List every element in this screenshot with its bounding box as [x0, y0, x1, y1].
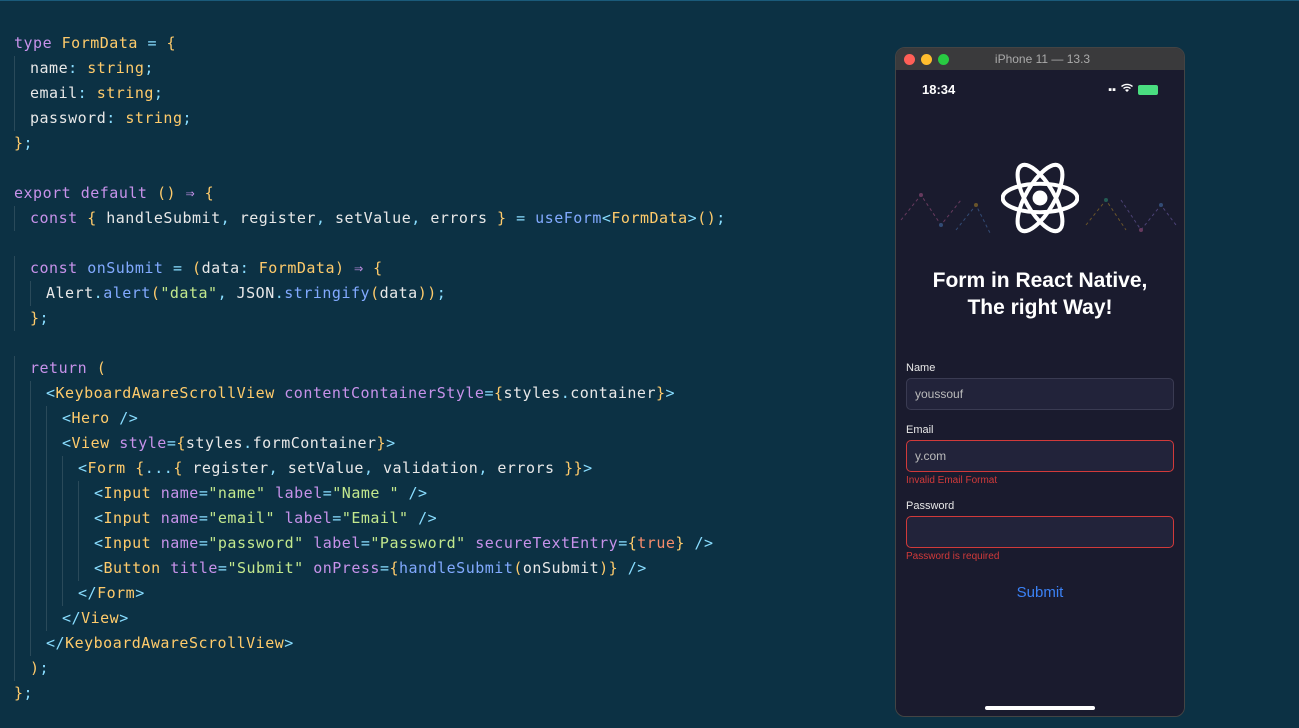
code-line[interactable]: name: string; — [14, 56, 834, 81]
code-line[interactable] — [14, 156, 834, 181]
code-line[interactable] — [14, 231, 834, 256]
code-line[interactable]: <Form {...{ register, setValue, validati… — [14, 456, 834, 481]
email-error: Invalid Email Format — [906, 475, 1174, 486]
code-line[interactable] — [14, 331, 834, 356]
code-line[interactable]: <Input name="name" label="Name " /> — [14, 481, 834, 506]
code-line[interactable]: <Input name="password" label="Password" … — [14, 531, 834, 556]
home-indicator[interactable] — [985, 706, 1095, 710]
code-line[interactable]: <Hero /> — [14, 406, 834, 431]
signal-icon: ▪▪ — [1108, 84, 1116, 96]
hero-title: Form in React Native, The right Way! — [904, 267, 1176, 322]
email-label: Email — [906, 424, 1174, 436]
code-line[interactable]: const onSubmit = (data: FormData) ⇒ { — [14, 256, 834, 281]
phone-screen: 18:34 ▪▪ Form in React Native, — [896, 70, 1184, 716]
password-field-group: Password Password is required — [904, 500, 1176, 562]
code-line[interactable]: type FormData = { — [14, 31, 834, 56]
code-line[interactable]: <KeyboardAwareScrollView contentContaine… — [14, 381, 834, 406]
code-line[interactable]: Alert.alert("data", JSON.stringify(data)… — [14, 281, 834, 306]
code-line[interactable]: }; — [14, 306, 834, 331]
code-line[interactable]: }; — [14, 131, 834, 156]
code-line[interactable]: ); — [14, 656, 834, 681]
code-line[interactable]: </Form> — [14, 581, 834, 606]
code-line[interactable]: }; — [14, 681, 834, 706]
name-field-group: Name — [904, 362, 1176, 410]
code-line[interactable]: </View> — [14, 606, 834, 631]
code-editor[interactable]: type FormData = {name: string;email: str… — [14, 31, 834, 706]
window-title: iPhone 11 — 13.3 — [955, 52, 1130, 66]
code-line[interactable]: return ( — [14, 356, 834, 381]
window-titlebar[interactable]: iPhone 11 — 13.3 — [896, 48, 1184, 70]
password-input[interactable] — [906, 516, 1174, 548]
name-input[interactable] — [906, 378, 1174, 410]
email-field-group: Email Invalid Email Format — [904, 424, 1176, 486]
code-line[interactable]: const { handleSubmit, register, setValue… — [14, 206, 834, 231]
code-line[interactable]: export default () ⇒ { — [14, 181, 834, 206]
status-bar: 18:34 ▪▪ — [904, 80, 1176, 99]
password-error: Password is required — [906, 551, 1174, 562]
code-line[interactable]: email: string; — [14, 81, 834, 106]
code-line[interactable]: password: string; — [14, 106, 834, 131]
password-label: Password — [906, 500, 1174, 512]
email-input[interactable] — [906, 440, 1174, 472]
minimize-icon[interactable] — [921, 54, 932, 65]
code-line[interactable]: <View style={styles.formContainer}> — [14, 431, 834, 456]
code-line[interactable]: <Button title="Submit" onPress={handleSu… — [14, 556, 834, 581]
close-icon[interactable] — [904, 54, 915, 65]
submit-button[interactable]: Submit — [904, 576, 1176, 609]
wifi-icon — [1120, 83, 1134, 96]
code-line[interactable]: <Input name="email" label="Email" /> — [14, 506, 834, 531]
maximize-icon[interactable] — [938, 54, 949, 65]
code-line[interactable]: </KeyboardAwareScrollView> — [14, 631, 834, 656]
name-label: Name — [906, 362, 1174, 374]
status-time: 18:34 — [922, 82, 955, 97]
battery-icon — [1138, 85, 1158, 95]
simulator-window: iPhone 11 — 13.3 18:34 ▪▪ — [895, 47, 1185, 717]
decorative-pattern — [896, 180, 1185, 260]
